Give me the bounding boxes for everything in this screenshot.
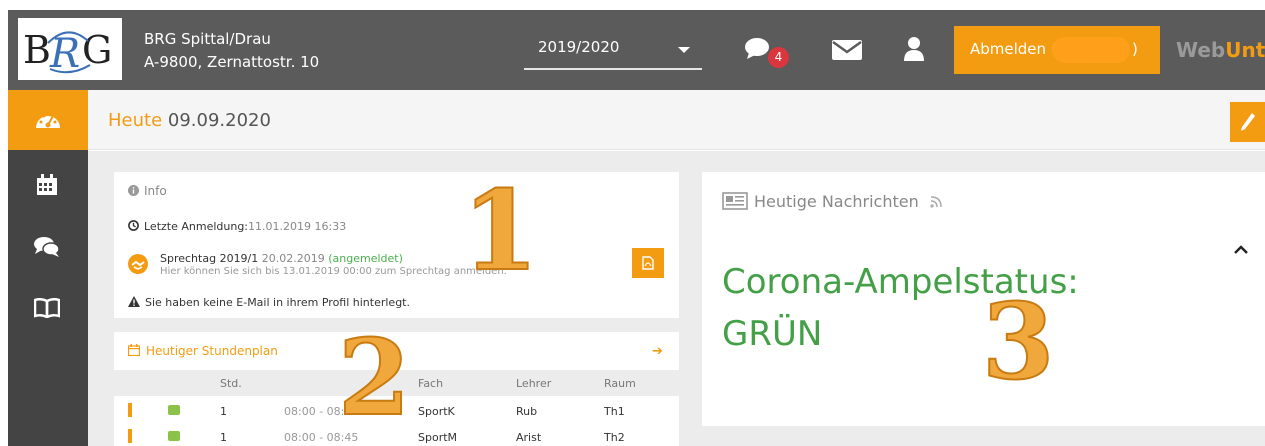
sidebar-item-dashboard[interactable]: [8, 90, 88, 150]
redacted-username: [1052, 37, 1130, 63]
message-count-badge: 4: [768, 47, 789, 68]
lesson-icon: [168, 431, 180, 441]
sprechtag-status: (angemeldet): [328, 252, 403, 265]
sprechtag-date: 20.02.2019: [261, 252, 325, 265]
mail-icon[interactable]: [832, 40, 862, 60]
page-header: Heute 09.09.2020: [88, 90, 1265, 150]
schedule-heading-label: Heutiger Stundenplan: [146, 344, 278, 358]
annotation-number-3: 3: [981, 280, 1055, 403]
cell-lehrer: Arist: [516, 431, 542, 444]
school-year-select[interactable]: 2019/2020: [524, 32, 702, 70]
top-bar: B G R BRG Spittal/Drau A-9800, Zernattos…: [8, 10, 1265, 90]
row-status-bar: [128, 429, 132, 443]
col-raum: Raum: [604, 377, 636, 390]
sprechtag-icon: [128, 254, 148, 274]
sprechtag-note: Hier können Sie sich bis 13.01.2019 00:0…: [160, 266, 507, 277]
email-warning-text: Sie haben keine E-Mail in ihrem Profil h…: [145, 296, 410, 309]
newspaper-icon: [722, 192, 748, 210]
school-logo[interactable]: B G R: [18, 18, 122, 80]
cell-fach: SportK: [418, 405, 455, 418]
pdf-file-icon: [642, 256, 654, 270]
email-warning: Sie haben keine E-Mail in ihrem Profil h…: [128, 296, 410, 309]
news-content: Corona-Ampelstatus: GRÜN: [722, 256, 1202, 360]
dashboard-icon: [36, 114, 60, 128]
chat-icon: [34, 237, 60, 257]
brand-prefix: Web: [1176, 38, 1226, 62]
col-std: Std.: [220, 377, 242, 390]
page-date: 09.09.2020: [167, 110, 271, 131]
pencil-icon: [1241, 113, 1255, 131]
edit-button[interactable]: [1230, 102, 1265, 142]
info-heading-label: Info: [144, 184, 167, 198]
cell-raum: Th1: [604, 405, 625, 418]
school-info: BRG Spittal/Drau A-9800, Zernattostr. 10: [144, 28, 319, 74]
cell-std: 1: [220, 431, 227, 444]
calendar-icon: [37, 174, 57, 195]
page-title: Heute 09.09.2020: [108, 110, 271, 131]
row-status-bar: [128, 403, 132, 417]
news-line-1: Corona-Ampelstatus:: [722, 262, 1079, 302]
book-icon: [34, 298, 60, 318]
arrow-right-icon[interactable]: ➔: [652, 344, 663, 359]
sidebar: [8, 90, 88, 446]
last-login: Letzte Anmeldung:11.01.2019 16:33: [128, 220, 346, 233]
brand-suffix: Unti: [1225, 38, 1265, 62]
cell-std: 1: [220, 405, 227, 418]
brg-logo-icon: B G R: [23, 28, 112, 77]
info-card: Info Letzte Anmeldung:11.01.2019 16:33 S…: [114, 172, 679, 318]
school-year-value: 2019/2020: [538, 38, 620, 56]
last-login-label: Letzte Anmeldung:: [144, 220, 249, 233]
user-icon[interactable]: [904, 37, 924, 61]
news-heading-label: Heutige Nachrichten: [754, 192, 919, 211]
sprechtag-title[interactable]: Sprechtag 2019/1: [160, 252, 258, 265]
cell-fach: SportM: [418, 431, 458, 444]
schedule-heading[interactable]: Heutiger Stundenplan: [127, 344, 278, 358]
clock-icon: [128, 220, 139, 231]
news-heading: Heutige Nachrichten: [722, 192, 942, 211]
svg-text:B: B: [23, 28, 51, 72]
news-line-2: GRÜN: [722, 314, 823, 354]
col-lehrer: Lehrer: [516, 377, 552, 390]
handshake-icon: [131, 260, 145, 270]
messages-icon[interactable]: [744, 36, 770, 60]
school-address: A-9800, Zernattostr. 10: [144, 53, 320, 71]
warning-icon: [128, 296, 140, 307]
annotation-number-1: 1: [461, 166, 540, 295]
logout-label: Abmelden (: [970, 40, 1057, 58]
info-icon: [128, 185, 139, 196]
sprechtag-pdf-button[interactable]: [632, 248, 664, 278]
logout-label-close: ): [1132, 40, 1138, 58]
school-name: BRG Spittal/Drau: [144, 30, 271, 48]
logout-button[interactable]: Abmelden ( ): [954, 26, 1160, 74]
cell-raum: Th2: [604, 431, 625, 444]
info-heading: Info: [128, 184, 167, 198]
rss-icon[interactable]: [930, 196, 942, 208]
webuntis-brand[interactable]: WebUnti: [1176, 38, 1265, 62]
calendar-icon: [127, 344, 141, 357]
page-title-label: Heute: [108, 110, 163, 131]
sprechtag-line: Sprechtag 2019/1 20.02.2019 (angemeldet): [160, 252, 403, 265]
last-login-value: 11.01.2019 16:33: [248, 220, 347, 233]
chevron-down-icon: [678, 47, 690, 53]
svg-text:G: G: [82, 28, 112, 72]
annotation-number-2: 2: [337, 316, 411, 439]
chevron-up-icon[interactable]: [1234, 244, 1248, 254]
col-fach: Fach: [418, 377, 444, 390]
cell-lehrer: Rub: [516, 405, 538, 418]
lesson-icon: [168, 405, 180, 415]
